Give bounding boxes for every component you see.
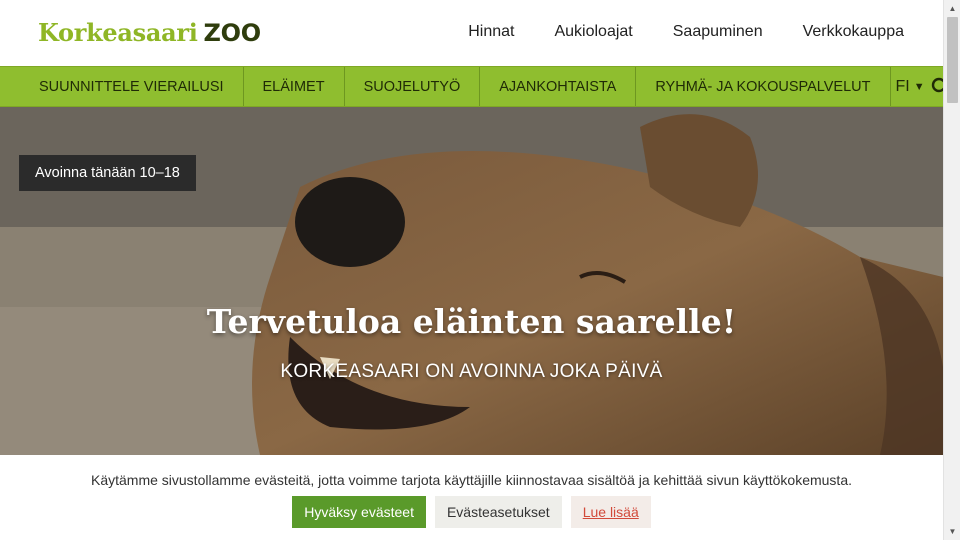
- accept-cookies-button[interactable]: Hyväksy evästeet: [292, 496, 426, 528]
- top-link-prices[interactable]: Hinnat: [468, 23, 514, 41]
- logo-text-zoo: ZOO: [203, 19, 262, 47]
- cookie-settings-button[interactable]: Evästeasetukset: [434, 496, 562, 528]
- scroll-down-arrow-icon[interactable]: ▼: [944, 523, 960, 540]
- cookie-message: Käytämme sivustollamme evästeitä, jotta …: [90, 472, 852, 488]
- hero-subtitle: KORKEASAARI ON AVOINNA JOKA PÄIVÄ: [280, 361, 663, 382]
- nav-item-news[interactable]: AJANKOHTAISTA: [480, 67, 637, 106]
- cookie-buttons: Hyväksy evästeet Evästeasetukset Lue lis…: [0, 496, 943, 528]
- read-more-button[interactable]: Lue lisää: [570, 496, 651, 528]
- scrollbar-thumb[interactable]: [947, 17, 958, 103]
- hero-banner: Avoinna tänään 10–18 Tervetuloa eläinten…: [0, 107, 943, 455]
- search-button[interactable]: [931, 67, 943, 106]
- nav-item-conservation[interactable]: SUOJELUTYÖ: [345, 67, 481, 106]
- nav-item-plan-visit[interactable]: SUUNNITTELE VIERAILUSI: [0, 67, 244, 106]
- top-link-opening-hours[interactable]: Aukioloajat: [554, 23, 632, 41]
- nav-item-animals[interactable]: ELÄIMET: [244, 67, 345, 106]
- cookie-bar: Käytämme sivustollamme evästeitä, jotta …: [0, 455, 943, 540]
- main-nav: SUUNNITTELE VIERAILUSI ELÄIMET SUOJELUTY…: [0, 66, 943, 107]
- page: Korkeasaari ZOO Hinnat Aukioloajat Saapum…: [0, 0, 943, 540]
- scrollbar[interactable]: ▲ ▼: [943, 0, 960, 540]
- top-link-webshop[interactable]: Verkkokauppa: [803, 23, 904, 41]
- top-links: Hinnat Aukioloajat Saapuminen Verkkokaup…: [468, 23, 904, 41]
- logo-text-korkeasaari: Korkeasaari: [38, 18, 198, 47]
- top-link-arrival[interactable]: Saapuminen: [673, 23, 763, 41]
- nav-item-group-services[interactable]: RYHMÄ- JA KOKOUSPALVELUT: [636, 67, 891, 106]
- language-label: FI: [895, 77, 910, 95]
- search-icon: [931, 77, 943, 92]
- open-today-badge: Avoinna tänään 10–18: [19, 155, 196, 191]
- site-header: Korkeasaari ZOO Hinnat Aukioloajat Saapum…: [0, 0, 943, 66]
- scroll-up-arrow-icon[interactable]: ▲: [944, 0, 960, 17]
- language-selector[interactable]: FI ▼: [891, 67, 931, 106]
- hero-title: Tervetuloa eläinten saarelle!: [206, 302, 737, 341]
- site-logo[interactable]: Korkeasaari ZOO: [38, 18, 261, 47]
- chevron-down-icon: ▼: [913, 80, 925, 93]
